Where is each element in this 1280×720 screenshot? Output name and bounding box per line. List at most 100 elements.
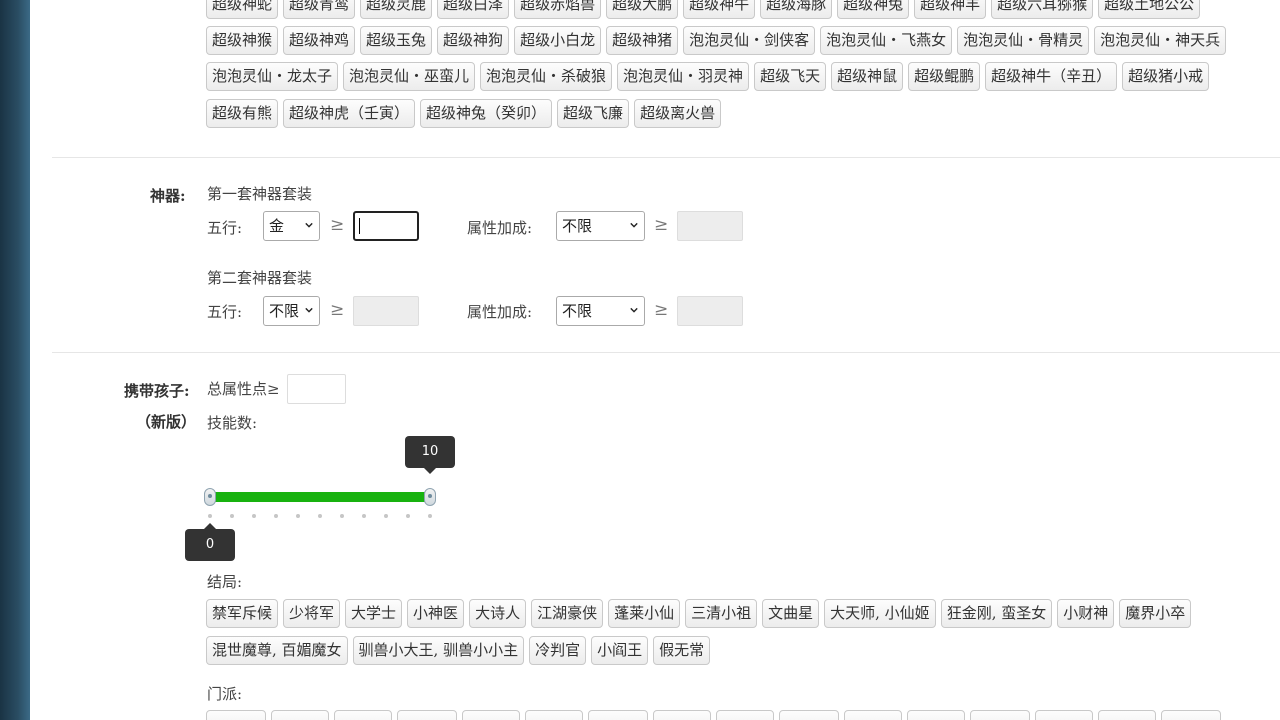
ending-tag[interactable]: 大天师, 小仙姬 — [824, 599, 936, 628]
school-tag[interactable] — [271, 710, 329, 720]
chevron-down-icon — [305, 307, 313, 313]
pet-tags-row-1: 超级神蛇 超级青鸾 超级灵鹿 超级白泽 超级赤焰兽 超级大鹏 超级神牛 超级海豚 超级神兔 超级神… — [206, 0, 1205, 19]
pet-tag[interactable]: 超级六耳猕猴 — [991, 0, 1094, 19]
pet-tag[interactable]: 超级飞廉 — [557, 99, 630, 128]
ending-tag[interactable]: 小神医 — [407, 599, 465, 628]
set2-wuxing-select[interactable]: 不限 — [263, 296, 320, 326]
set2-attr-value-input[interactable] — [677, 296, 743, 326]
school-tag[interactable] — [716, 710, 774, 720]
slider-tick — [252, 514, 256, 518]
pet-tag[interactable]: 超级青鸾 — [283, 0, 356, 19]
slider-tooltip-low: 0 — [185, 523, 235, 561]
set1-wuxing-select[interactable]: 金 — [263, 211, 320, 241]
artifact-set2-title: 第二套神器套装 — [207, 269, 313, 287]
pet-tag[interactable]: 超级神牛（辛丑） — [985, 62, 1118, 91]
slider-tooltip-high: 10 — [405, 436, 455, 474]
school-tag[interactable] — [1098, 710, 1156, 720]
pet-tag[interactable]: 超级飞天 — [754, 62, 827, 91]
set1-attr-value-input[interactable] — [677, 211, 743, 241]
school-tag[interactable] — [206, 710, 266, 720]
pet-tag[interactable]: 超级神狗 — [437, 26, 510, 55]
set1-attr-select[interactable]: 不限 — [556, 211, 645, 241]
pet-tag[interactable]: 泡泡灵仙・神天兵 — [1094, 26, 1227, 55]
pet-tag[interactable]: 超级神猪 — [606, 26, 679, 55]
ending-tags-row-1: 禁军斥候 少将军 大学士 小神医 大诗人 江湖豪侠 蓬莱小仙 三清小祖 文曲星 大天师, 小仙姬狂… — [206, 599, 1196, 628]
school-tag[interactable] — [970, 710, 1030, 720]
ending-tag[interactable]: 小财神 — [1057, 599, 1115, 628]
ending-tag[interactable]: 江湖豪侠 — [531, 599, 604, 628]
ending-tags-row-2: 混世魔尊, 百媚魔女 驯兽小大王, 驯兽小小主 冷判官 小阎王 假无常 — [206, 636, 715, 665]
pet-tag[interactable]: 超级白泽 — [437, 0, 510, 19]
pet-tag[interactable]: 超级玉兔 — [360, 26, 433, 55]
search-form-page: 超级神蛇 超级青鸾 超级灵鹿 超级白泽 超级赤焰兽 超级大鹏 超级神牛 超级海豚 超级神兔 超级神… — [30, 0, 1280, 720]
ending-tag[interactable]: 大诗人 — [469, 599, 527, 628]
school-tag[interactable] — [525, 710, 583, 720]
slider-tick — [274, 514, 278, 518]
ending-tag[interactable]: 魔界小卒 — [1119, 599, 1192, 628]
slider-handle-low[interactable] — [204, 488, 216, 506]
school-tag[interactable] — [653, 710, 711, 720]
window-left-edge — [0, 0, 30, 720]
ending-tag[interactable]: 假无常 — [653, 636, 711, 665]
pet-tag[interactable]: 超级猪小戒 — [1122, 62, 1210, 91]
pet-tag[interactable]: 泡泡灵仙・杀破狼 — [480, 62, 613, 91]
pet-tag[interactable]: 超级神牛 — [683, 0, 756, 19]
ending-tag[interactable]: 少将军 — [283, 599, 341, 628]
school-tag[interactable] — [397, 710, 457, 720]
slider-handle-high[interactable] — [424, 488, 436, 506]
ending-tag[interactable]: 禁军斥候 — [206, 599, 279, 628]
ending-tag[interactable]: 冷判官 — [529, 636, 587, 665]
ending-tag[interactable]: 蓬莱小仙 — [608, 599, 681, 628]
set1-wuxing-value-input[interactable] — [353, 211, 419, 241]
pet-tag[interactable]: 超级神兔（癸卯） — [420, 99, 553, 128]
school-tag[interactable] — [588, 710, 648, 720]
pet-tag[interactable]: 超级海豚 — [760, 0, 833, 19]
ending-tag[interactable]: 大学士 — [345, 599, 403, 628]
pet-tag[interactable]: 泡泡灵仙・飞燕女 — [820, 26, 953, 55]
ending-tag[interactable]: 狂金刚, 蛮圣女 — [940, 599, 1053, 628]
pet-tag[interactable]: 超级神鼠 — [831, 62, 904, 91]
pet-tag[interactable]: 超级大鹏 — [606, 0, 679, 19]
set1-attr-value: 不限 — [562, 217, 593, 235]
pet-tag[interactable]: 超级离火兽 — [634, 99, 722, 128]
pet-tag[interactable]: 泡泡灵仙・龙太子 — [206, 62, 339, 91]
set2-wuxing-value-input[interactable] — [353, 296, 419, 326]
slider-range-fill — [210, 492, 430, 502]
pet-tags-row-4: 超级有熊 超级神虎（壬寅） 超级神兔（癸卯） 超级飞廉 超级离火兽 — [206, 99, 726, 128]
pet-tag[interactable]: 超级灵鹿 — [360, 0, 433, 19]
skill-count-slider[interactable] — [204, 488, 436, 506]
total-attr-input[interactable] — [287, 374, 346, 404]
pet-tag[interactable]: 超级赤焰兽 — [514, 0, 602, 19]
school-tag[interactable] — [1161, 710, 1221, 720]
pet-tag[interactable]: 超级神兔 — [837, 0, 910, 19]
chevron-down-icon — [630, 222, 638, 228]
pet-tag[interactable]: 超级神羊 — [914, 0, 987, 19]
school-tag[interactable] — [334, 710, 392, 720]
pet-tag[interactable]: 超级神虎（壬寅） — [283, 99, 416, 128]
pet-tag[interactable]: 泡泡灵仙・骨精灵 — [957, 26, 1090, 55]
school-tag[interactable] — [462, 710, 520, 720]
pet-tag[interactable]: 超级神蛇 — [206, 0, 279, 19]
pet-tag[interactable]: 超级神猴 — [206, 26, 279, 55]
child-label: 携带孩子: — [124, 382, 190, 400]
ending-tag[interactable]: 混世魔尊, 百媚魔女 — [206, 636, 348, 665]
ending-tag[interactable]: 文曲星 — [762, 599, 820, 628]
school-tag[interactable] — [844, 710, 902, 720]
pet-tag[interactable]: 超级神鸡 — [283, 26, 356, 55]
slider-tick — [384, 514, 388, 518]
school-tag[interactable] — [779, 710, 839, 720]
slider-tick — [428, 514, 432, 518]
pet-tag[interactable]: 泡泡灵仙・巫蛮儿 — [343, 62, 476, 91]
ending-tag[interactable]: 驯兽小大王, 驯兽小小主 — [352, 636, 525, 665]
pet-tag[interactable]: 泡泡灵仙・羽灵神 — [617, 62, 750, 91]
school-tag[interactable] — [1035, 710, 1093, 720]
ending-tag[interactable]: 三清小祖 — [685, 599, 758, 628]
pet-tag[interactable]: 超级鲲鹏 — [908, 62, 981, 91]
set2-attr-select[interactable]: 不限 — [556, 296, 645, 326]
school-tag[interactable] — [907, 710, 965, 720]
pet-tag[interactable]: 泡泡灵仙・剑侠客 — [683, 26, 816, 55]
pet-tag[interactable]: 超级有熊 — [206, 99, 279, 128]
pet-tag[interactable]: 超级土地公公 — [1098, 0, 1201, 19]
ending-tag[interactable]: 小阎王 — [591, 636, 649, 665]
pet-tag[interactable]: 超级小白龙 — [514, 26, 602, 55]
